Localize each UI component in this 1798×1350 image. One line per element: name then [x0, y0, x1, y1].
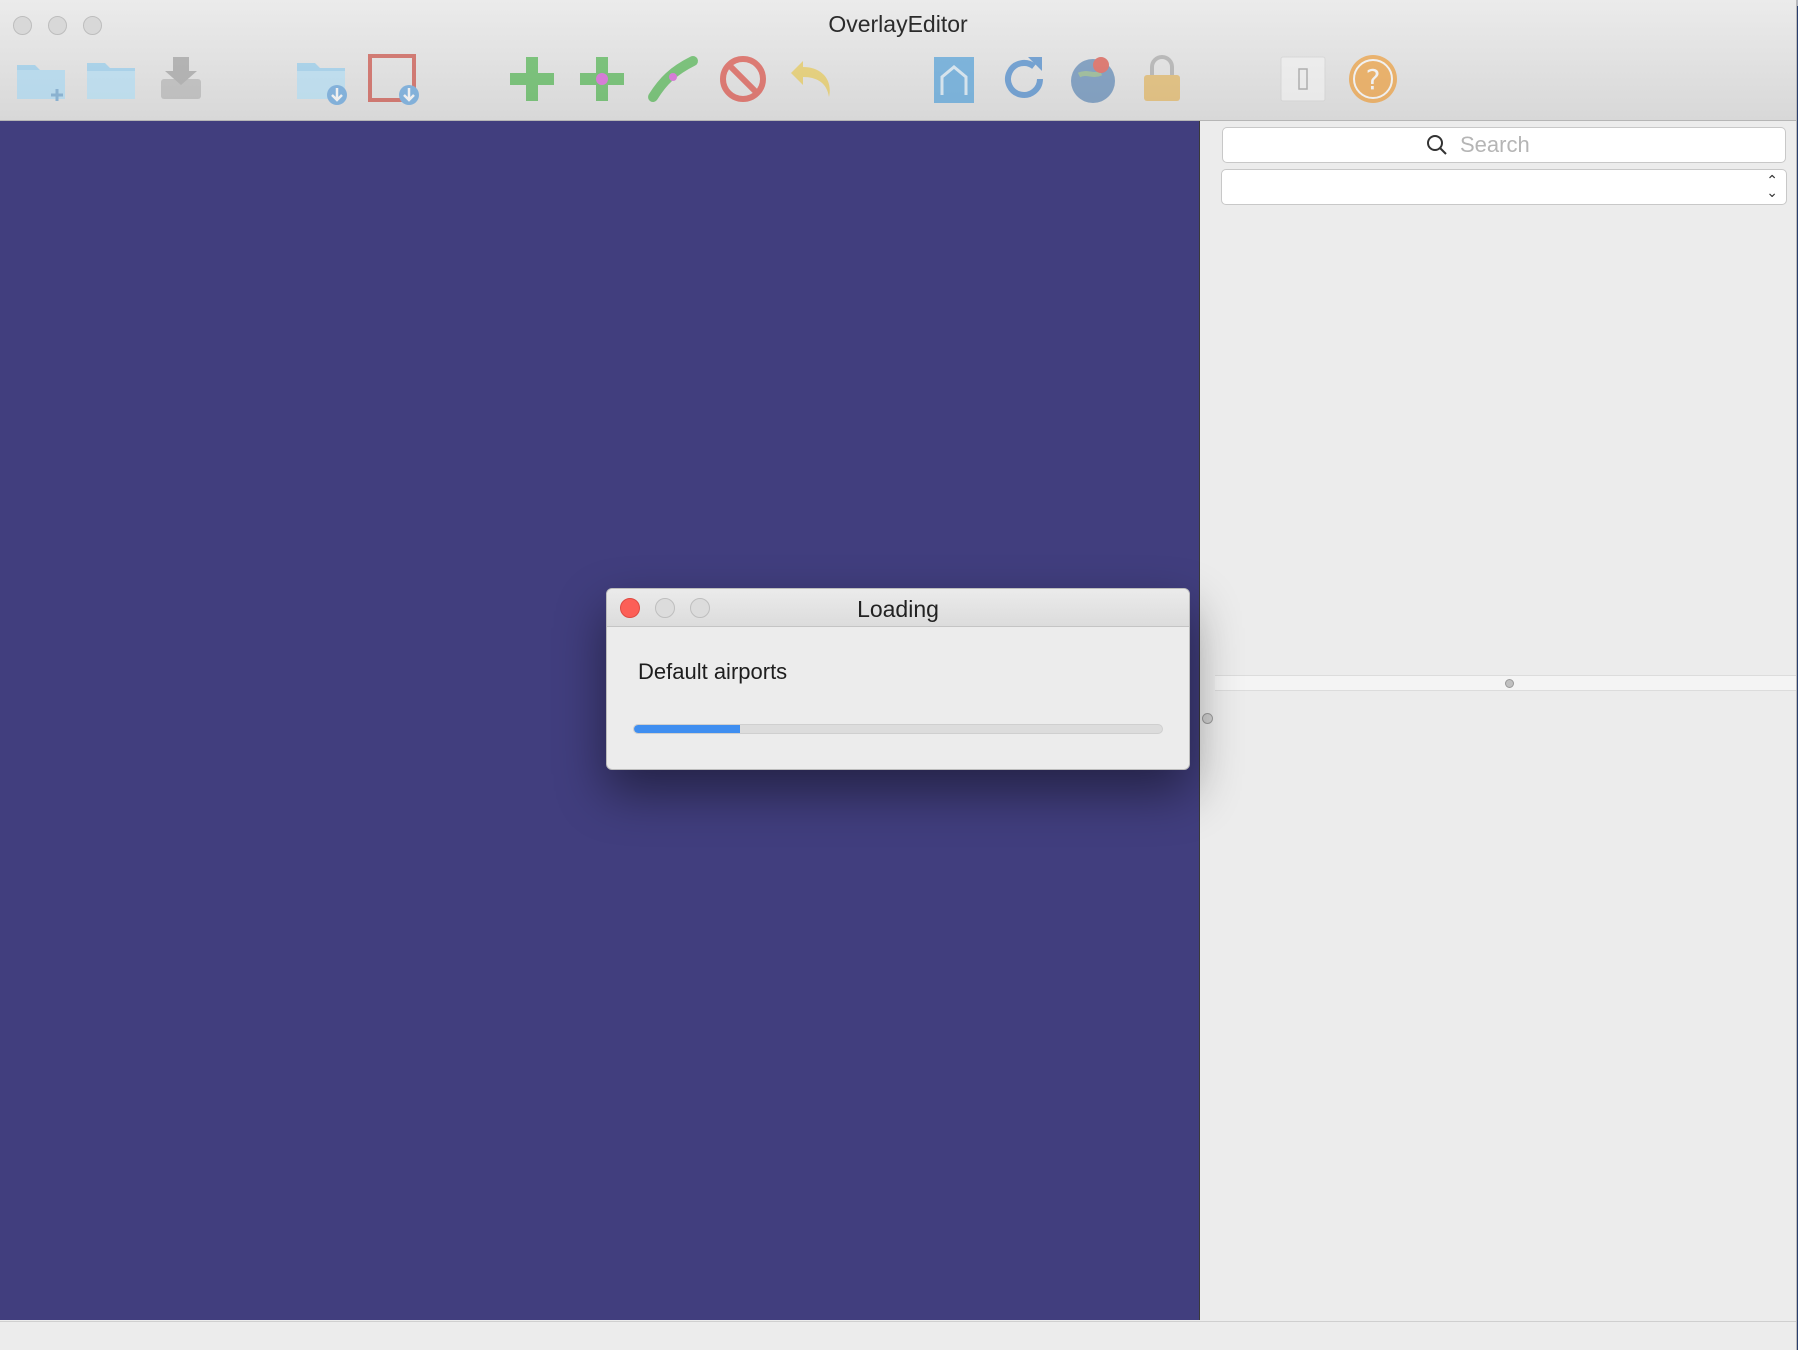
add-line-button[interactable] — [644, 50, 702, 108]
export-button[interactable] — [364, 50, 422, 108]
horizontal-splitter[interactable] — [1215, 675, 1796, 691]
lock-button[interactable] — [1133, 50, 1191, 108]
vertical-splitter-handle[interactable] — [1202, 713, 1213, 724]
add-node-button[interactable] — [573, 50, 631, 108]
loading-dialog: Loading Default airports — [606, 588, 1190, 770]
add-object-icon — [510, 57, 554, 101]
new-scenery-icon — [17, 65, 65, 101]
delete-icon — [720, 56, 766, 102]
select-arrows-icon: ⌃ ⌄ — [1766, 172, 1778, 200]
preferences-button[interactable] — [925, 50, 983, 108]
open-scenery-icon — [87, 63, 135, 99]
toggle-panel-button[interactable] — [1274, 50, 1332, 108]
dialog-title-bar: Loading — [607, 589, 1189, 627]
category-select[interactable]: ⌃ ⌄ — [1221, 169, 1787, 205]
svg-text:?: ? — [1366, 63, 1381, 96]
search-icon — [1427, 135, 1447, 155]
import-icon — [297, 63, 347, 105]
delete-button[interactable] — [714, 50, 772, 108]
progress-bar-fill — [634, 725, 740, 733]
undo-icon — [791, 61, 830, 97]
preferences-icon — [934, 57, 974, 103]
open-scenery-button[interactable] — [82, 50, 140, 108]
new-scenery-button[interactable] — [12, 50, 70, 108]
toggle-panel-icon — [1280, 56, 1326, 102]
search-box[interactable] — [1222, 127, 1786, 163]
save-button[interactable] — [152, 50, 210, 108]
sidebar-panel: ⌃⌄ — [1200, 121, 1796, 1320]
splitter-handle-icon — [1505, 679, 1514, 688]
help-icon: ? — [1349, 55, 1397, 103]
goto-location-icon — [1071, 57, 1115, 103]
export-icon — [368, 54, 419, 105]
add-node-icon — [580, 57, 624, 101]
window-title: OverlayEditor — [828, 11, 968, 37]
progress-bar — [633, 724, 1163, 734]
refresh-icon — [1005, 57, 1043, 98]
refresh-button[interactable] — [995, 50, 1053, 108]
loading-message: Default airports — [638, 659, 788, 684]
add-object-button[interactable] — [503, 50, 561, 108]
save-icon — [161, 57, 201, 99]
search-input[interactable] — [1458, 131, 1582, 159]
title-bar: OverlayEditor ? — [0, 0, 1796, 121]
undo-button[interactable] — [784, 50, 842, 108]
status-bar — [0, 1321, 1796, 1350]
goto-location-button[interactable] — [1064, 50, 1122, 108]
import-button[interactable] — [292, 50, 350, 108]
help-button[interactable]: ? — [1344, 50, 1402, 108]
lock-icon — [1144, 55, 1180, 101]
add-line-icon — [648, 56, 698, 102]
dialog-title: Loading — [857, 596, 939, 622]
